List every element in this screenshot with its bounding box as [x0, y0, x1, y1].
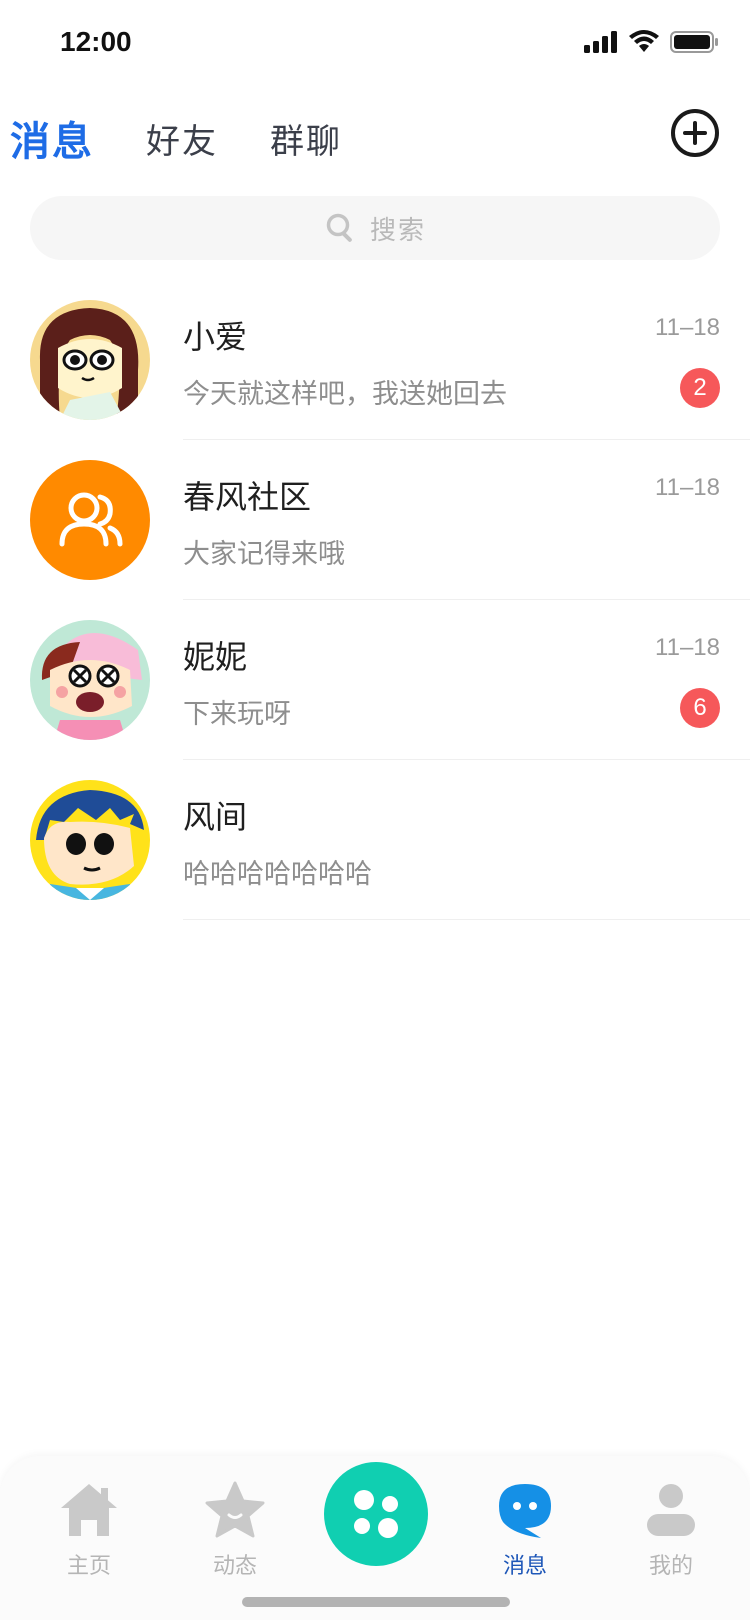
conversation-time: 11–18	[655, 474, 720, 501]
nav-label: 我的	[648, 1554, 693, 1579]
conversation-preview: 下来玩呀	[183, 699, 291, 730]
divider	[183, 919, 750, 920]
conversation-name: 春风社区	[183, 478, 312, 516]
tab-groups[interactable]: 群聊	[270, 114, 342, 163]
cartoon-kazama-avatar	[30, 780, 150, 900]
cartoon-nene-avatar	[30, 620, 150, 740]
conversation-name: 风间	[183, 798, 248, 836]
home-icon	[61, 1484, 117, 1536]
nav-label: 动态	[212, 1554, 257, 1579]
conversation-name: 小爱	[183, 318, 248, 356]
star-icon	[205, 1481, 265, 1538]
conversation-list: 小爱 今天就这样吧，我送她回去 11–18 2 春风社区 大家记得来哦 11–1…	[0, 280, 750, 920]
nav-home[interactable]: 主页	[34, 1478, 144, 1580]
conversation-preview: 今天就这样吧，我送她回去	[183, 379, 507, 410]
wifi-icon	[629, 30, 659, 52]
nav-feed[interactable]: 动态	[180, 1478, 290, 1580]
add-button[interactable]	[670, 108, 720, 158]
chat-icon	[499, 1484, 551, 1538]
conversation-time: 11–18	[655, 634, 720, 661]
status-bar: 12:00	[0, 0, 750, 88]
home-indicator[interactable]	[242, 1597, 510, 1607]
battery-icon	[670, 31, 718, 53]
unread-badge: 2	[680, 368, 720, 408]
nav-label: 主页	[66, 1554, 111, 1579]
list-item[interactable]: 风间 哈哈哈哈哈哈哈	[0, 760, 750, 920]
unread-badge: 6	[680, 688, 720, 728]
tab-messages[interactable]: 消息	[10, 109, 94, 167]
group-icon	[30, 460, 150, 580]
conversation-time: 11–18	[655, 314, 720, 341]
cellular-signal-icon	[584, 31, 617, 53]
cartoon-girl-avatar	[30, 300, 150, 420]
status-icons	[584, 30, 720, 54]
nav-messages[interactable]: 消息	[470, 1478, 580, 1580]
status-time: 12:00	[60, 26, 132, 57]
bottom-nav: 主页 动态 消息 我的	[0, 1456, 750, 1620]
conversation-preview: 大家记得来哦	[183, 539, 345, 570]
tab-friends[interactable]: 好友	[146, 114, 218, 163]
header-tabs: 消息 好友 群聊	[10, 108, 394, 168]
search-placeholder: 搜索	[369, 215, 426, 246]
search-icon	[326, 213, 352, 242]
center-action-button[interactable]	[324, 1462, 428, 1566]
apps-icon	[354, 1490, 398, 1538]
list-item[interactable]: 春风社区 大家记得来哦 11–18	[0, 440, 750, 600]
nav-profile[interactable]: 我的	[616, 1478, 726, 1580]
conversation-name: 妮妮	[183, 638, 248, 676]
nav-label: 消息	[502, 1554, 547, 1579]
list-item[interactable]: 小爱 今天就这样吧，我送她回去 11–18 2	[0, 280, 750, 440]
search-input[interactable]: 搜索	[30, 196, 720, 260]
conversation-preview: 哈哈哈哈哈哈哈	[183, 859, 372, 890]
list-item[interactable]: 妮妮 下来玩呀 11–18 6	[0, 600, 750, 760]
person-icon	[647, 1484, 695, 1536]
plus-circle-icon	[671, 109, 719, 157]
